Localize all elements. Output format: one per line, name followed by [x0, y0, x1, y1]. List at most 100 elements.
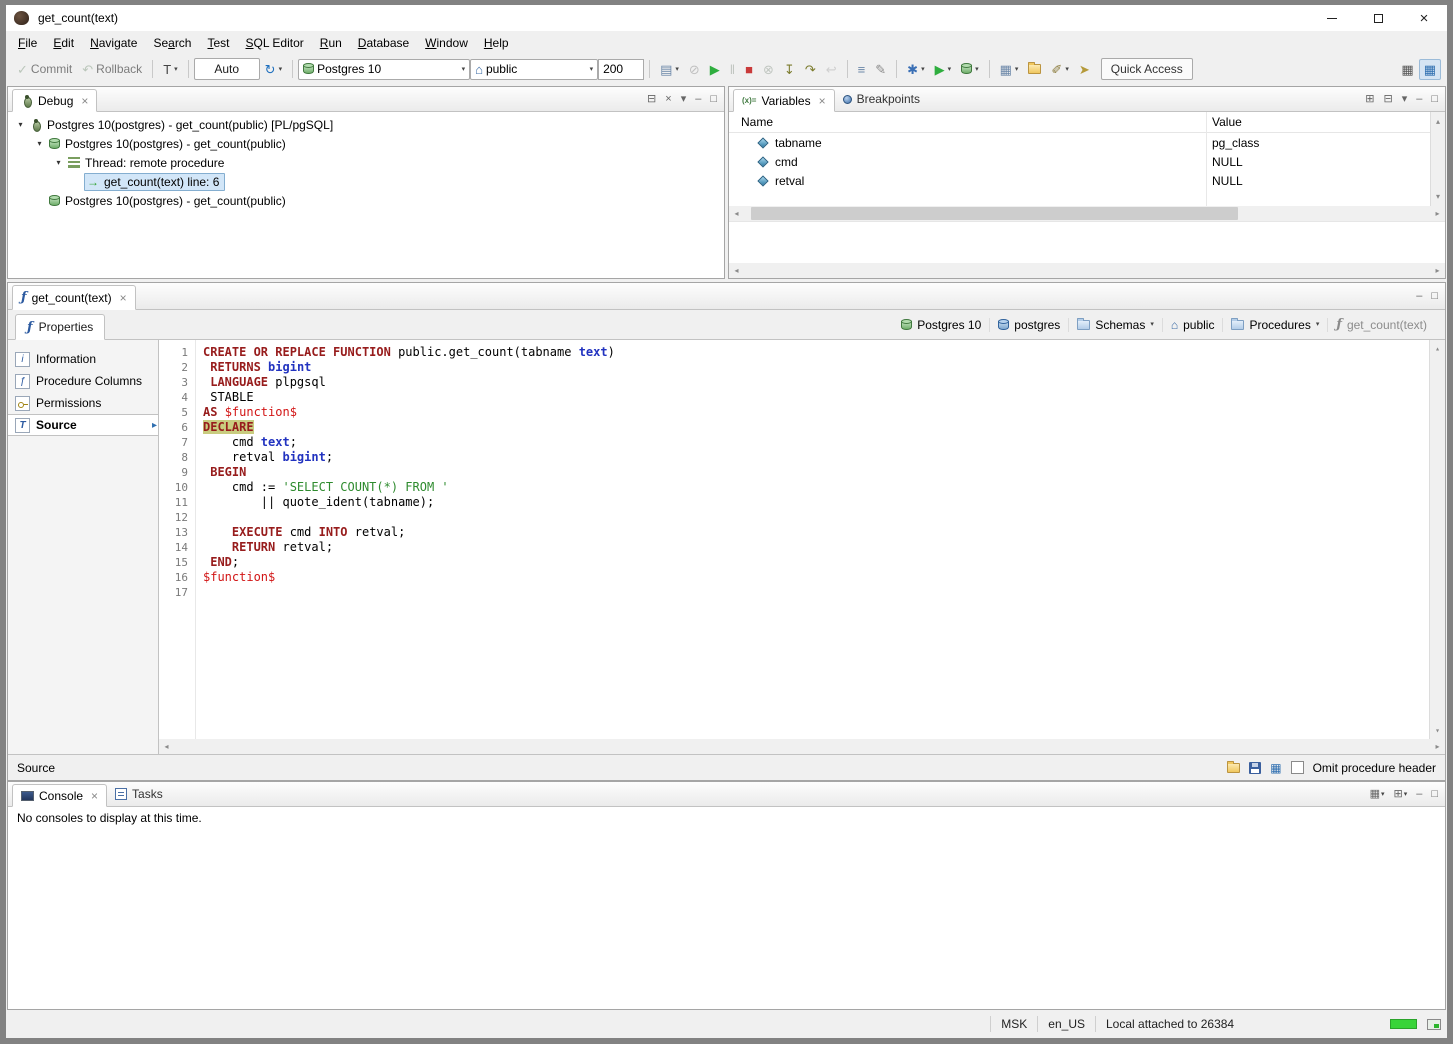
debug-tree-item[interactable]: → get_count(text) line: 6: [8, 172, 724, 191]
tab-editor-get-count-text[interactable]: ƒ get_count(text) ×: [12, 285, 136, 310]
pause-button[interactable]: ‖: [725, 59, 740, 80]
open-file-button[interactable]: [1023, 60, 1046, 78]
menu-run[interactable]: Run: [312, 34, 350, 52]
terminate-button[interactable]: ■: [740, 59, 758, 80]
minimize-button[interactable]: [1309, 5, 1355, 31]
rollback-button[interactable]: ↶ Rollback: [77, 58, 147, 80]
maximize-button[interactable]: □: [1431, 290, 1438, 302]
breadcrumb-item-public[interactable]: ⌂ public: [1161, 317, 1223, 332]
debug-perspective-button[interactable]: ▦: [1418, 58, 1441, 80]
breadcrumb-item-schemas[interactable]: Schemas ▾: [1068, 317, 1162, 332]
variable-row[interactable]: cmd NULL: [729, 152, 1445, 171]
close-icon[interactable]: ×: [91, 790, 98, 802]
line-numbers[interactable]: 1 2 3 4 5 6 7 8 9 10 11 12 13 14 15 16 17: [159, 340, 196, 739]
scroll-right-icon[interactable]: ▸: [1430, 739, 1445, 754]
tab-tasks[interactable]: Tasks: [107, 782, 171, 806]
commit-button[interactable]: ✓ Commit: [12, 58, 77, 80]
locale-indicator[interactable]: en_US: [1037, 1016, 1095, 1032]
display-console-button[interactable]: ▦ ▾: [1370, 788, 1385, 800]
column-header-value[interactable]: Value: [1206, 112, 1445, 132]
menu-search[interactable]: Search: [145, 34, 199, 52]
tab-breakpoints[interactable]: Breakpoints: [835, 87, 928, 111]
debug-tree-item[interactable]: ▾ Postgres 10(postgres) - get_count(publi…: [8, 134, 724, 153]
scroll-down-icon[interactable]: ▾: [1430, 723, 1445, 738]
open-in-sql-editor-icon[interactable]: ▦: [1270, 761, 1281, 775]
menu-help[interactable]: Help: [476, 34, 517, 52]
new-sql-editor-button[interactable]: ▦ ▾: [995, 59, 1024, 80]
sidebar-item-permissions[interactable]: Permissions: [8, 392, 158, 414]
tab-properties[interactable]: ƒ Properties: [15, 314, 106, 340]
refresh-config-button[interactable]: ↻ ▾: [260, 59, 287, 80]
variable-row[interactable]: retval NULL: [729, 171, 1445, 190]
open-file-icon[interactable]: [1227, 760, 1241, 773]
maximize-button[interactable]: □: [1431, 93, 1438, 105]
close-icon[interactable]: ×: [120, 292, 127, 304]
readonly-toggle-button[interactable]: ⊘: [684, 59, 705, 80]
scroll-thumb[interactable]: [750, 207, 1238, 220]
scroll-track[interactable]: [744, 263, 1430, 278]
debug-tree-item[interactable]: ▾ Postgres 10(postgres) - get_count(publi…: [8, 115, 724, 134]
scroll-track[interactable]: [174, 739, 1430, 754]
breadcrumb-item-postgres[interactable]: postgres: [989, 317, 1068, 332]
sql-templates-button[interactable]: ✐ ▾: [1046, 59, 1073, 80]
view-menu-button[interactable]: ▾: [1402, 93, 1408, 105]
variable-detail-pane[interactable]: [729, 221, 1445, 263]
menu-sql-editor[interactable]: SQL Editor: [238, 34, 312, 52]
debug-configurations-button[interactable]: ✱ ▾: [902, 59, 929, 80]
scroll-right-icon[interactable]: ▸: [1430, 263, 1445, 278]
omit-header-checkbox[interactable]: [1290, 761, 1304, 774]
open-console-button[interactable]: ⊞ ▾: [1393, 788, 1407, 800]
show-execution-point-button[interactable]: ≡: [853, 59, 871, 80]
close-icon[interactable]: ×: [819, 95, 826, 107]
variables-hscrollbar[interactable]: ◂ ▸: [729, 206, 1445, 221]
remove-terminated-button[interactable]: ×: [665, 93, 671, 105]
column-header-name[interactable]: Name: [729, 112, 1206, 132]
close-button[interactable]: ×: [1401, 5, 1447, 31]
auto-commit-button[interactable]: Auto: [193, 58, 260, 80]
breadcrumb-item-get-count-text-[interactable]: ƒ get_count(text): [1327, 317, 1435, 332]
edit-settings-button[interactable]: ✎: [870, 59, 891, 80]
scroll-down-icon[interactable]: ▾: [1431, 189, 1446, 204]
maximize-button[interactable]: [1355, 5, 1401, 31]
tab-variables[interactable]: (x)= Variables ×: [733, 89, 835, 112]
menu-file[interactable]: File: [10, 34, 45, 52]
transaction-mode-button[interactable]: T ▾: [158, 59, 182, 80]
scroll-left-icon[interactable]: ◂: [729, 263, 744, 278]
menu-database[interactable]: Database: [350, 34, 417, 52]
minimize-button[interactable]: –: [1416, 788, 1422, 800]
close-icon[interactable]: ×: [81, 95, 88, 107]
collapse-all-button[interactable]: ⊟: [647, 93, 656, 105]
scroll-right-icon[interactable]: ▸: [1430, 206, 1445, 221]
editor-hscrollbar[interactable]: ◂ ▸: [159, 739, 1445, 754]
scroll-up-icon[interactable]: ▴: [1431, 114, 1446, 129]
view-menu-button[interactable]: ▾: [681, 93, 687, 105]
menu-window[interactable]: Window: [417, 34, 476, 52]
sidebar-item-source[interactable]: T Source ▸: [8, 414, 158, 436]
step-return-button[interactable]: ↩: [821, 59, 842, 80]
database-select[interactable]: Postgres 10 ▾: [298, 58, 471, 80]
step-over-button[interactable]: ↷: [800, 59, 821, 80]
expander-icon[interactable]: ▾: [33, 139, 46, 148]
tab-console[interactable]: Console ×: [12, 784, 108, 807]
scroll-up-icon[interactable]: ▴: [1430, 341, 1445, 356]
menu-test[interactable]: Test: [199, 34, 237, 52]
detail-hscrollbar[interactable]: ◂ ▸: [729, 263, 1445, 278]
expander-icon[interactable]: ▾: [52, 158, 65, 167]
code-editor[interactable]: CREATE OR REPLACE FUNCTION public.get_co…: [196, 340, 1429, 739]
scroll-left-icon[interactable]: ◂: [159, 739, 174, 754]
disconnect-button[interactable]: ⊗: [758, 59, 779, 80]
sidebar-item-information[interactable]: i Information: [8, 348, 158, 370]
scroll-track[interactable]: [744, 206, 1430, 221]
minimize-button[interactable]: –: [1416, 93, 1422, 105]
maximize-button[interactable]: □: [710, 93, 717, 105]
breadcrumb-item-procedures[interactable]: Procedures ▾: [1222, 317, 1327, 332]
open-perspective-button[interactable]: ▦: [1396, 59, 1418, 80]
debug-tree-item[interactable]: Postgres 10(postgres) - get_count(public…: [8, 191, 724, 210]
step-into-button[interactable]: ↧: [779, 59, 800, 80]
menu-navigate[interactable]: Navigate: [82, 34, 145, 52]
debug-tree-item[interactable]: ▾ Thread: remote procedure: [8, 153, 724, 172]
quick-access-button[interactable]: Quick Access: [1100, 58, 1193, 80]
timezone-indicator[interactable]: MSK: [990, 1016, 1037, 1032]
collapse-all-button[interactable]: ⊟: [1383, 93, 1392, 105]
breadcrumb-item-postgres-10[interactable]: Postgres 10: [893, 318, 989, 332]
